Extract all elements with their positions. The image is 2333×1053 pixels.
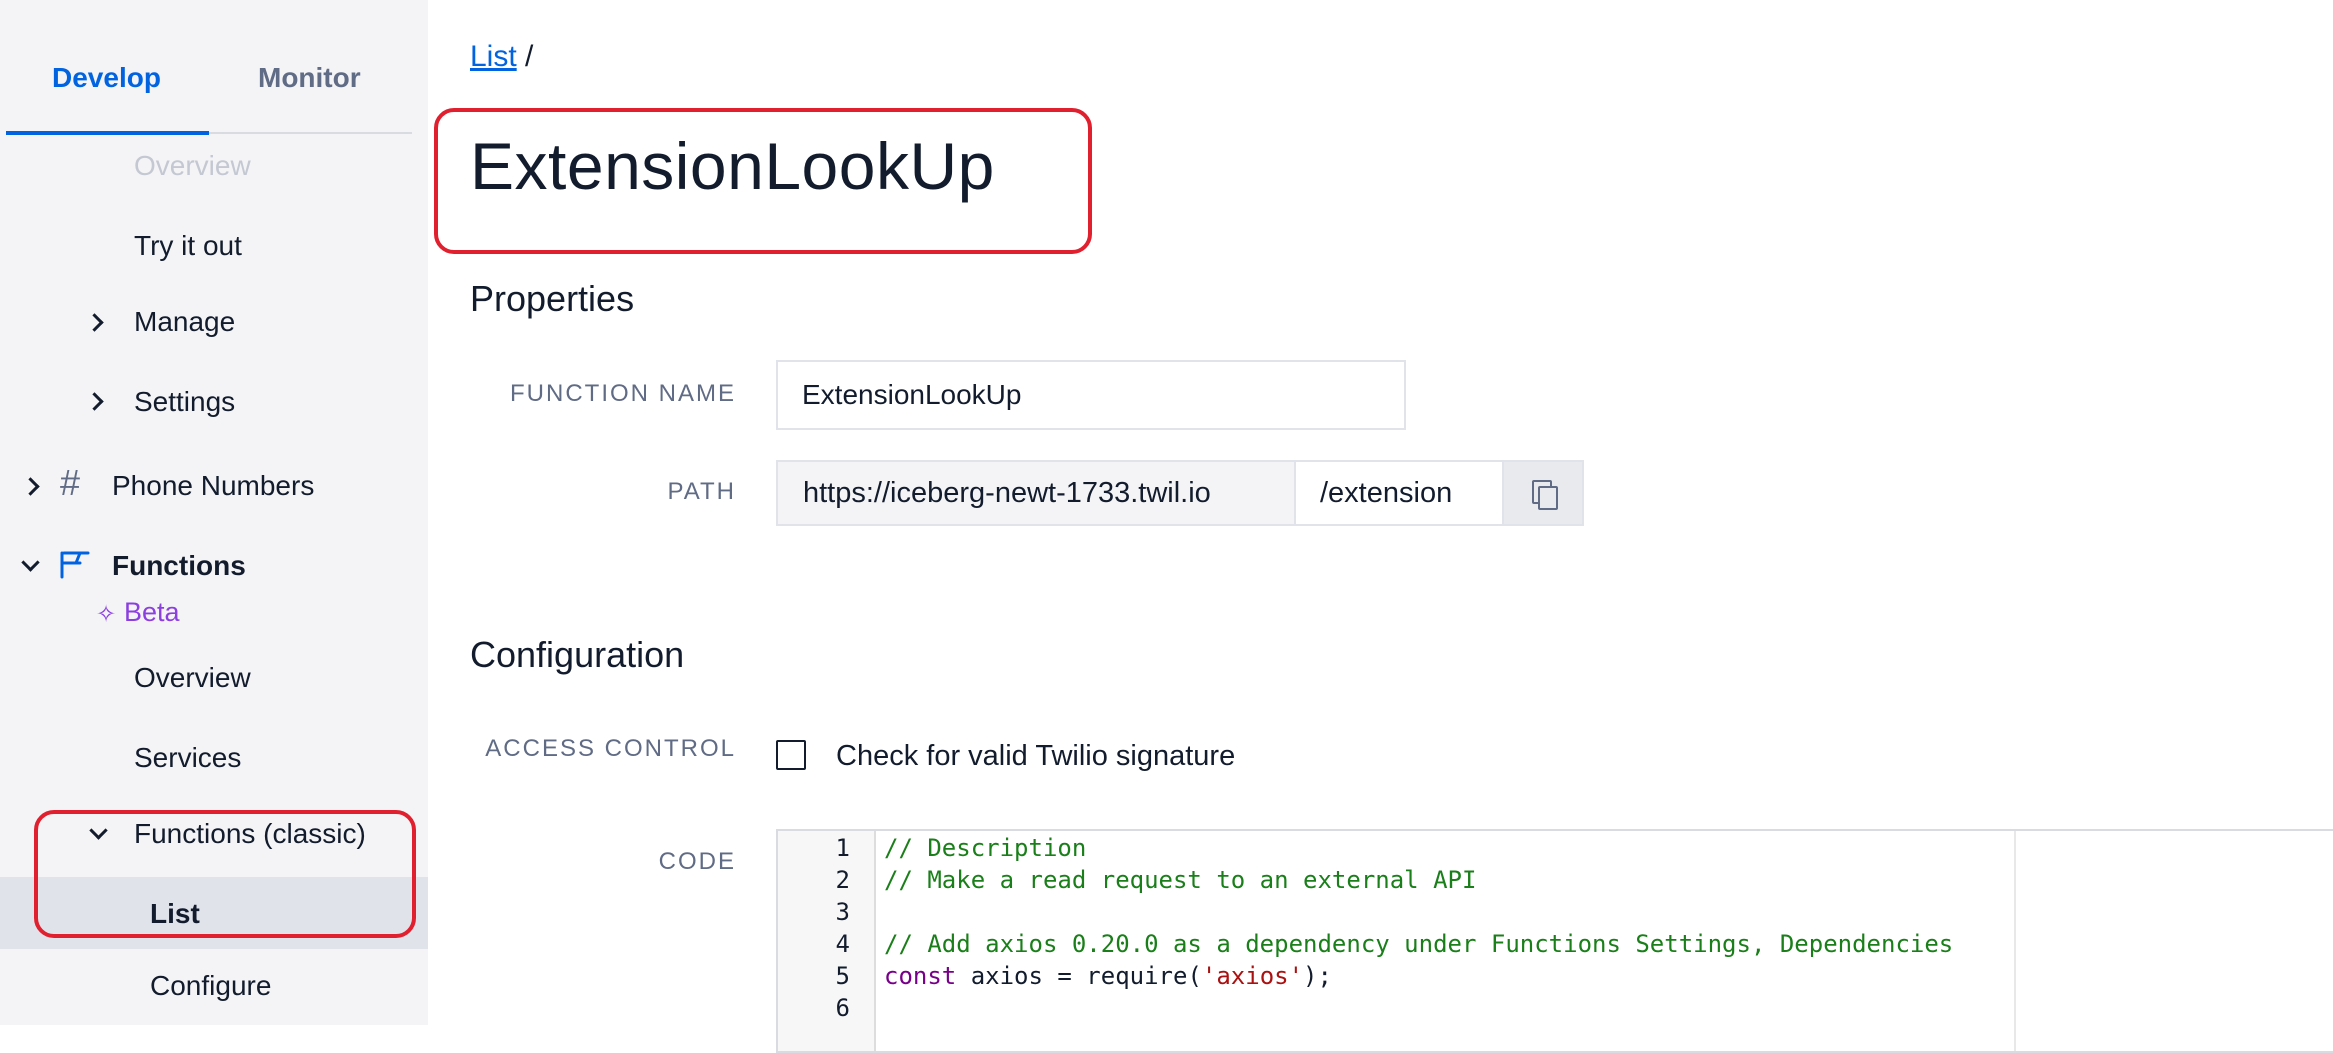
- valid-signature-label[interactable]: Check for valid Twilio signature: [836, 740, 1235, 773]
- function-name-label: FUNCTION NAME: [510, 380, 736, 407]
- path-label: PATH: [667, 478, 736, 505]
- sparkle-icon: ✧: [96, 601, 117, 628]
- highlight-box-sidebar: [34, 810, 416, 938]
- line-number: 1: [835, 834, 850, 862]
- hash-icon: #: [60, 462, 81, 503]
- sidebar-item-services[interactable]: Services: [134, 742, 241, 774]
- sidebar-item-label: Settings: [134, 386, 236, 417]
- configuration-heading: Configuration: [470, 634, 685, 675]
- chevron-right-icon: [85, 313, 104, 332]
- copy-path-button[interactable]: [1504, 460, 1584, 526]
- line-number: 5: [835, 962, 850, 990]
- code-text: );: [1303, 962, 1332, 990]
- breadcrumb: List /: [470, 40, 533, 74]
- editor-ruler: [2014, 831, 2016, 1051]
- beta-badge: Beta: [124, 597, 180, 627]
- line-number: 2: [835, 866, 850, 894]
- chevron-right-icon: [85, 392, 104, 411]
- sidebar-item-overview-top[interactable]: Overview: [134, 150, 251, 182]
- code-text: axios = require(: [956, 962, 1202, 990]
- line-number-gutter: 1 2 3 4 5 6: [778, 831, 876, 1051]
- sidebar-item-label: Phone Numbers: [112, 470, 315, 501]
- code-line: // Description: [884, 834, 1087, 862]
- chevron-down-icon: [21, 553, 40, 572]
- tab-monitor[interactable]: Monitor: [258, 62, 361, 94]
- code-line: // Add axios 0.20.0 as a dependency unde…: [884, 930, 1954, 958]
- access-control-label: ACCESS CONTROL: [485, 735, 736, 762]
- line-number: 3: [835, 898, 850, 926]
- sidebar-tabs: Develop Monitor: [6, 0, 412, 135]
- function-name-input[interactable]: ExtensionLookUp: [776, 360, 1406, 430]
- sidebar: Develop Monitor Overview Try it out Mana…: [0, 0, 428, 1025]
- sidebar-item-try-it-out[interactable]: Try it out: [134, 230, 242, 262]
- path-domain-prefix: https://iceberg-newt-1733.twil.io: [776, 460, 1296, 526]
- valid-signature-checkbox[interactable]: [776, 740, 806, 770]
- chevron-right-icon: [21, 477, 40, 496]
- code-string: 'axios': [1201, 962, 1304, 990]
- code-line: const axios = require('axios');: [884, 962, 1332, 990]
- path-input[interactable]: /extension: [1296, 460, 1504, 526]
- code-editor[interactable]: 1 2 3 4 5 6 // Description // Make a rea…: [776, 829, 2333, 1053]
- line-number: 4: [835, 930, 850, 958]
- breadcrumb-separator: /: [525, 40, 534, 73]
- breadcrumb-link-list[interactable]: List: [470, 40, 517, 73]
- code-line: // Make a read request to an external AP…: [884, 866, 1477, 894]
- functions-icon: [60, 551, 90, 579]
- sidebar-item-overview[interactable]: Overview: [134, 662, 251, 694]
- tab-develop[interactable]: Develop: [52, 62, 161, 94]
- sidebar-item-configure[interactable]: Configure: [150, 970, 271, 1002]
- line-number: 6: [835, 994, 850, 1022]
- sidebar-item-label: Manage: [134, 306, 236, 337]
- code-label: CODE: [658, 848, 736, 875]
- highlight-box-title: [434, 108, 1092, 254]
- active-tab-indicator: [6, 131, 209, 135]
- code-keyword: const: [884, 962, 957, 990]
- sidebar-item-label: Functions: [112, 550, 246, 581]
- properties-heading: Properties: [470, 278, 635, 319]
